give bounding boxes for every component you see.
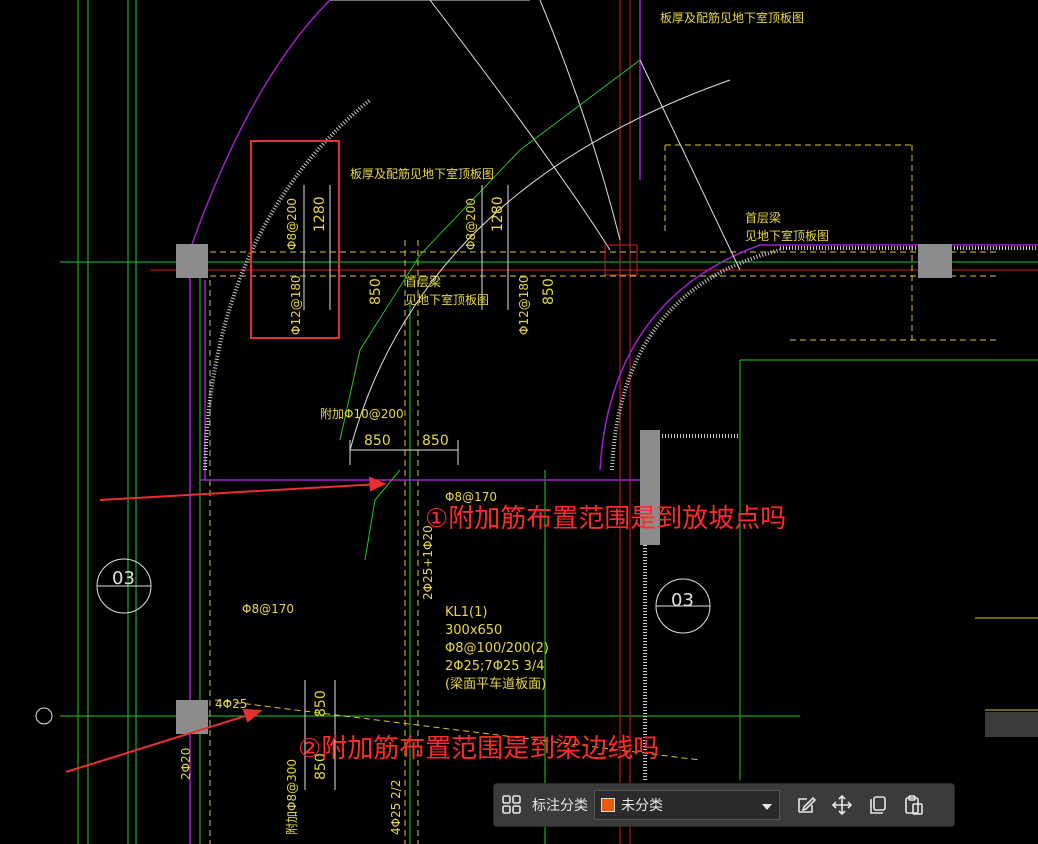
rebar-label-d: Φ12@180 xyxy=(517,275,531,335)
dim-850-e: 850 xyxy=(313,690,329,717)
bars-4phi25: 4Φ25 xyxy=(215,697,247,711)
category-color-swatch xyxy=(601,798,615,812)
bars-2phi20: 2Φ20 xyxy=(179,748,193,780)
axis-label-03-a: 03 xyxy=(112,568,135,589)
dim-850-b: 850 xyxy=(541,278,557,305)
copy-icon[interactable] xyxy=(862,789,894,821)
detail-fragments xyxy=(975,617,1038,737)
kl-size: 300x650 xyxy=(445,623,502,638)
first-floor-beam-label-2: 见地下室顶板图 xyxy=(745,228,829,243)
kl-name: KL1(1) xyxy=(445,605,487,620)
axis-lines xyxy=(150,0,1038,844)
kl-note: (梁面平车道板面) xyxy=(445,676,546,692)
axis-markers xyxy=(35,558,711,725)
first-floor-beam-label-b2: 见地下室顶板图 xyxy=(405,292,489,307)
dim-1280-a: 1280 xyxy=(312,196,328,232)
dim-850-d: 850 xyxy=(422,433,449,449)
edit-icon[interactable] xyxy=(790,789,822,821)
paste-icon[interactable] xyxy=(898,789,930,821)
add-rebar-label: 附加Φ10@200 xyxy=(320,407,404,421)
first-floor-beam-label: 首层梁 xyxy=(745,210,781,225)
category-select[interactable]: 未分类 xyxy=(594,790,780,820)
move-icon[interactable] xyxy=(826,789,858,821)
question-annotation-1: ①附加筋布置范围是到放坡点吗 xyxy=(425,504,787,534)
slab-note-top: 板厚及配筋见地下室顶板图 xyxy=(660,10,804,25)
chevron-down-icon xyxy=(761,796,773,815)
rebar-label-f: Φ8@170 xyxy=(242,602,294,616)
grid-apps-icon[interactable] xyxy=(496,789,528,821)
category-value: 未分类 xyxy=(621,798,663,814)
leader-lines xyxy=(339,59,641,561)
rebar-label-c: Φ12@180 xyxy=(289,275,303,335)
annotation-toolbar: 标注分类 未分类 xyxy=(494,784,954,826)
dim-850-a: 850 xyxy=(368,278,384,305)
question-annotation-2: ②附加筋布置范围是到梁边线吗 xyxy=(298,734,660,764)
kl-stirrup: Φ8@100/200(2) xyxy=(445,641,549,656)
rebar-label-b: Φ8@200 xyxy=(464,198,478,250)
bars-4phi25b: 4Φ25 2/2 xyxy=(389,780,403,835)
curve-lines xyxy=(330,0,741,451)
axis-label-03-b: 03 xyxy=(671,590,694,611)
dim-1280-b: 1280 xyxy=(490,196,506,232)
first-floor-beam-label-b: 首层梁 xyxy=(405,274,441,289)
rebar-label-a: Φ8@200 xyxy=(285,198,299,250)
add-rebar-label-2: 附加Φ8@300 xyxy=(285,759,299,835)
beam-rebar-label: 2Φ25+1Φ20 xyxy=(421,525,435,600)
cad-drawing-canvas[interactable]: 板厚及配筋见地下室顶板图 板厚及配筋见地下室顶板图 首层梁 见地下室顶板图 首层… xyxy=(0,0,1038,844)
cad-viewport[interactable]: 板厚及配筋见地下室顶板图 板厚及配筋见地下室顶板图 首层梁 见地下室顶板图 首层… xyxy=(0,0,1038,844)
kl-bars: 2Φ25;7Φ25 3/4 xyxy=(445,659,545,674)
slab-note-mid: 板厚及配筋见地下室顶板图 xyxy=(350,166,494,181)
dim-850-c: 850 xyxy=(364,433,391,449)
category-label: 标注分类 xyxy=(532,798,588,814)
